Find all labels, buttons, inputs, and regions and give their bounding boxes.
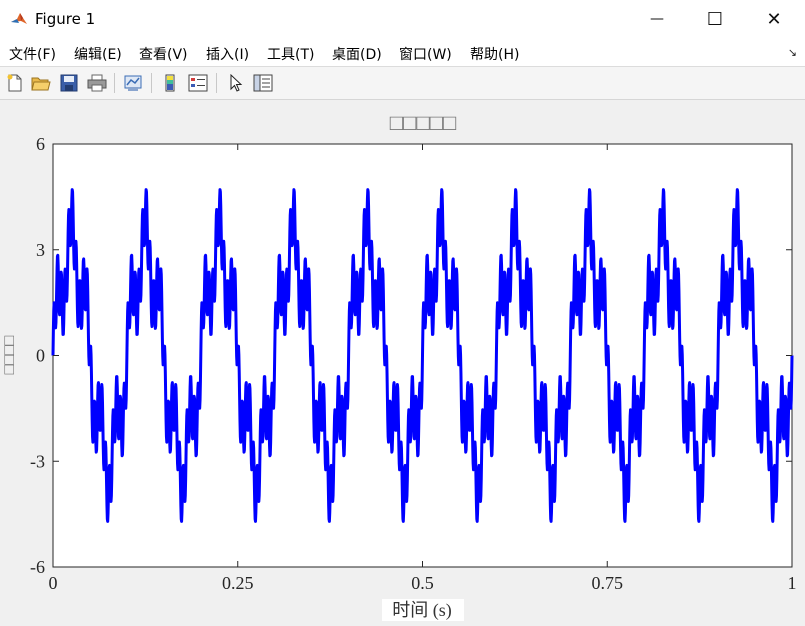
menu-edit[interactable]: 编辑(E) [74, 44, 122, 64]
matlab-logo-icon [10, 10, 28, 28]
y-tick-label: 3 [36, 240, 45, 260]
x-tick-label: 1 [788, 573, 797, 593]
menu-insert[interactable]: 插入(I) [206, 44, 249, 64]
toolbar-separator [151, 73, 152, 93]
insert-legend-icon[interactable] [187, 72, 209, 94]
edit-plot-arrow-icon[interactable] [225, 72, 247, 94]
close-button[interactable]: ✕ [745, 0, 803, 38]
menu-bar: 文件(F) 编辑(E) 查看(V) 插入(I) 工具(T) 桌面(D) 窗口(W… [0, 38, 805, 67]
link-plot-icon[interactable] [122, 72, 144, 94]
menu-desktop[interactable]: 桌面(D) [332, 44, 382, 64]
menu-help[interactable]: 帮助(H) [470, 44, 519, 64]
print-icon[interactable] [86, 72, 108, 94]
x-tick-label: 0 [49, 573, 58, 593]
maximize-button[interactable]: ☐ [686, 0, 744, 38]
window-title: Figure 1 [35, 10, 96, 28]
minimize-icon: — [650, 11, 664, 27]
open-file-icon[interactable] [30, 72, 52, 94]
y-tick-label: -3 [30, 451, 45, 471]
menu-window[interactable]: 窗口(W) [399, 44, 452, 64]
insert-colorbar-icon[interactable] [159, 72, 181, 94]
x-tick-label: 0.5 [411, 573, 434, 593]
figure-toolbar [0, 67, 805, 100]
x-tick-label: 0.75 [592, 573, 624, 593]
x-axis-label: 时间 (s) [392, 600, 452, 621]
save-icon[interactable] [58, 72, 80, 94]
toolbar-separator [216, 73, 217, 93]
x-tick-label: 0.25 [222, 573, 254, 593]
y-tick-label: -6 [30, 557, 45, 577]
toolbar-separator [114, 73, 115, 93]
line-chart[interactable]: □□□□□ 0 0.25 0.5 0.75 1 6 3 0 -3 -6 □□□□ 时间 (s) [0, 100, 805, 622]
y-axis-label: □□□□ [1, 335, 18, 374]
y-tick-label: 6 [36, 134, 45, 154]
window-titlebar: Figure 1 — ☐ ✕ [0, 0, 805, 39]
figure-canvas: □□□□□ 0 0.25 0.5 0.75 1 6 3 0 -3 -6 □□□□ 时间 (s) [0, 100, 805, 622]
menu-file[interactable]: 文件(F) [9, 44, 56, 64]
menu-overflow-icon[interactable]: ↘ [788, 46, 797, 59]
minimize-button[interactable]: — [628, 0, 686, 38]
y-tick-label: 0 [36, 346, 45, 366]
close-icon: ✕ [766, 8, 782, 30]
menu-tools[interactable]: 工具(T) [267, 44, 314, 64]
chart-title: □□□□□ [390, 110, 456, 135]
maximize-icon: ☐ [706, 8, 724, 30]
menu-view[interactable]: 查看(V) [139, 44, 188, 64]
property-inspector-icon[interactable] [252, 72, 274, 94]
new-figure-icon[interactable] [4, 72, 26, 94]
